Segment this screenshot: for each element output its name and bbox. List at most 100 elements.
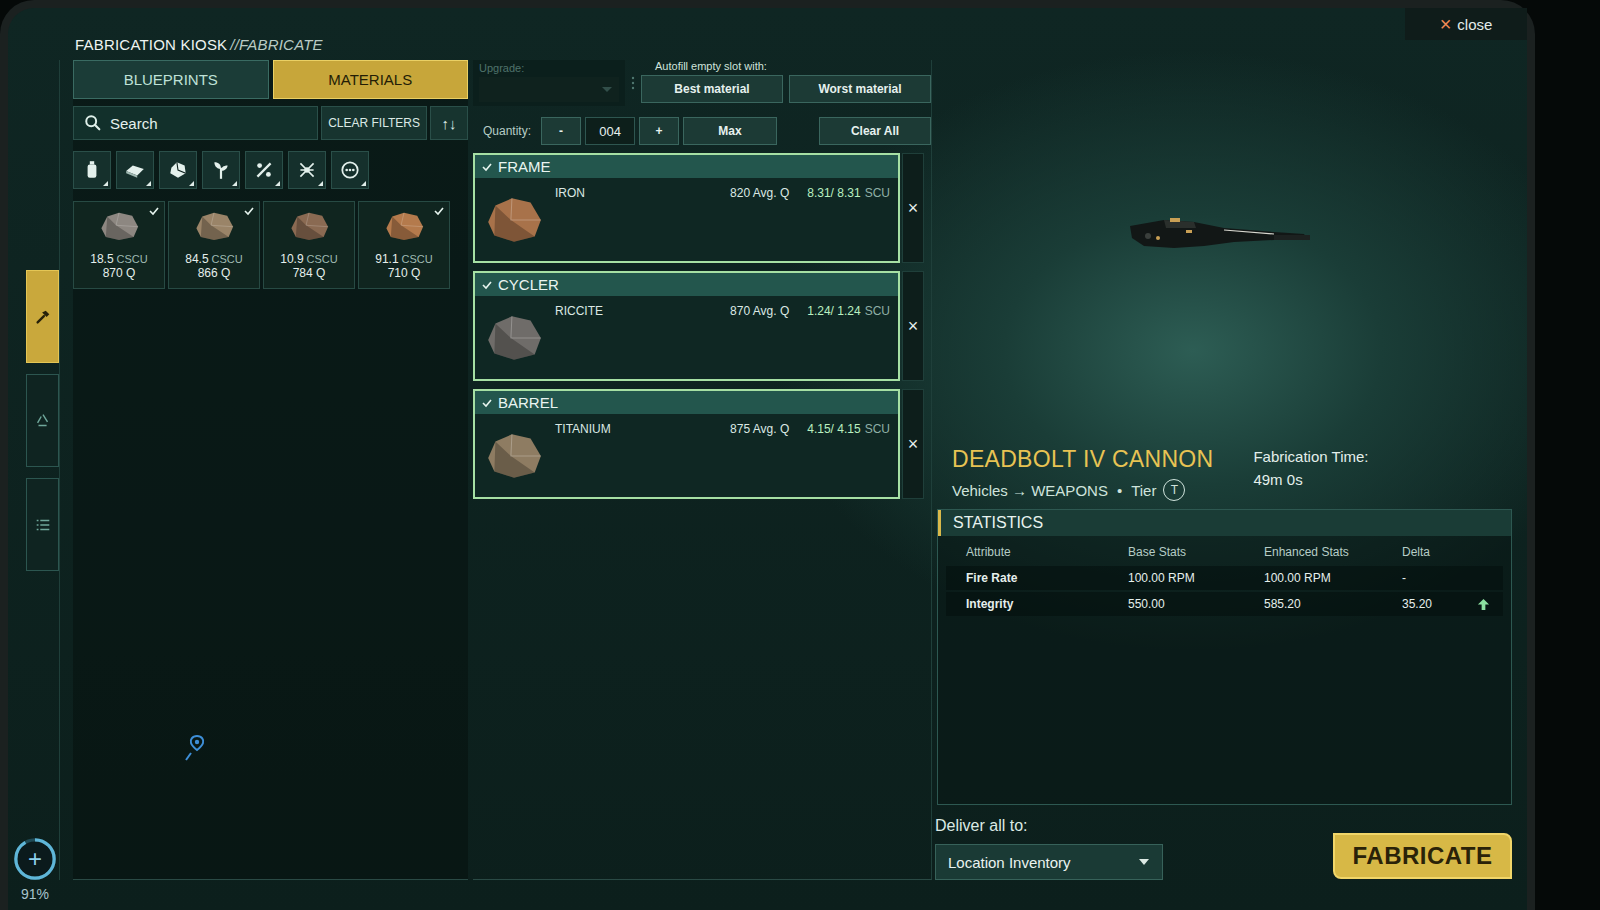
clear-all-button[interactable]: Clear All [819, 117, 931, 145]
remove-slot-button[interactable]: × [902, 389, 924, 499]
item-panel: DEADBOLT IV CANNONVehicles → WEAPONS•Tie… [935, 60, 1512, 880]
upgrade-dropdown [479, 77, 619, 102]
rail-tab[interactable] [26, 270, 59, 363]
slot-card[interactable]: FRAMEIRON820 Avg. Q8.31/ 8.31SCU [473, 153, 900, 263]
amount-value: 84.5 [185, 252, 208, 266]
upgrade-select[interactable]: Upgrade: [473, 60, 625, 106]
material-quality: 870 Q [103, 266, 136, 280]
slot-quality: 820 Avg. Q [730, 186, 789, 200]
status-indicator: +91% [12, 836, 58, 902]
slot-material: IRON [555, 186, 585, 200]
filter-button[interactable] [116, 151, 154, 189]
slot-name: CYCLER [498, 276, 559, 293]
remove-slot-button[interactable]: × [902, 271, 924, 381]
item-name: DEADBOLT IV CANNON [952, 446, 1213, 473]
slot-row: FRAMEIRON820 Avg. Q8.31/ 8.31SCU× [473, 153, 931, 263]
slot-quality: 870 Avg. Q [730, 304, 789, 318]
slot-quality: 875 Avg. Q [730, 422, 789, 436]
kebab-icon [631, 75, 635, 91]
attribute-cell: Fire Rate [966, 571, 1128, 585]
ore-icon [287, 208, 331, 244]
autofill-button[interactable]: Best material [641, 75, 783, 103]
statistics-columns: AttributeBase StatsEnhanced StatsDelta [946, 540, 1503, 564]
filter-button[interactable] [245, 151, 283, 189]
rail-tab[interactable] [26, 478, 59, 571]
tab-bar: BLUEPRINTSMATERIALS [73, 60, 468, 99]
tier-badge: T [1163, 479, 1185, 501]
plant-icon [210, 159, 232, 181]
material-amount: 91.1CSCU [375, 252, 433, 266]
quantity-label: Quantity: [483, 124, 531, 138]
material-card[interactable]: 18.5CSCU870 Q [73, 201, 165, 289]
slot-card[interactable]: CYCLERRICCITE870 Avg. Q1.24/ 1.24SCU [473, 271, 900, 381]
enhanced-cell: 100.00 RPM [1264, 571, 1402, 585]
title-subtitle: //FABRICATE [230, 36, 323, 53]
slot-body: RICCITE870 Avg. Q1.24/ 1.24SCU [475, 296, 898, 372]
slot-card[interactable]: BARREL TITANIUM875 Avg. Q4.15/ 4.15SCU [473, 389, 900, 499]
slot-name: BARREL [498, 394, 558, 411]
dropdown-corner-icon [361, 181, 366, 186]
chevron-down-icon [601, 86, 613, 94]
clear-filters-button[interactable]: CLEAR FILTERS [321, 106, 427, 140]
filter-button[interactable] [73, 151, 111, 189]
sort-button[interactable]: ↑↓ [430, 106, 468, 140]
material-quality: 866 Q [198, 266, 231, 280]
delivery-value: Location Inventory [948, 854, 1071, 871]
filter-button[interactable] [159, 151, 197, 189]
fabricate-button[interactable]: FABRICATE [1333, 833, 1512, 879]
column-header: Delta [1402, 545, 1463, 559]
slot-header: BARREL [475, 391, 898, 414]
tab[interactable]: MATERIALS [273, 60, 469, 99]
trend-cell [1463, 598, 1503, 611]
tab[interactable]: BLUEPRINTS [73, 60, 269, 99]
autofill-button[interactable]: Worst material [789, 75, 931, 103]
dropdown-corner-icon [232, 181, 237, 186]
separator: • [1117, 482, 1122, 499]
material-card[interactable]: 84.5CSCU866 Q [168, 201, 260, 289]
body: +91% BLUEPRINTSMATERIALS Search CLEAR FILTE… [26, 60, 1512, 880]
rail-tab[interactable] [26, 374, 59, 467]
check-icon [481, 279, 493, 291]
decrement-button[interactable]: - [541, 117, 581, 145]
tier-label: Tier [1131, 482, 1156, 499]
filter-button[interactable] [331, 151, 369, 189]
quantity-row: Quantity:-004+Max Clear All [473, 117, 931, 145]
rail-items [26, 270, 59, 571]
remove-slot-button[interactable]: × [902, 153, 924, 263]
ore-icon [483, 192, 545, 246]
material-card[interactable]: 10.9CSCU784 Q [263, 201, 355, 289]
filter-button[interactable] [288, 151, 326, 189]
max-button[interactable]: Max [683, 117, 777, 145]
amount-value: 18.5 [90, 252, 113, 266]
side-rail: +91% [26, 60, 60, 880]
material-card[interactable]: 91.1CSCU710 Q [358, 201, 450, 289]
delta-cell: - [1402, 571, 1463, 585]
autofill-buttons: Best materialWorst material [641, 75, 931, 103]
dropdown-corner-icon [146, 181, 151, 186]
close-button[interactable]: ×close [1405, 8, 1527, 40]
slot-body: IRON820 Avg. Q8.31/ 8.31SCU [475, 178, 898, 254]
quantity-field[interactable]: 004 [585, 117, 635, 145]
recycle-icon [34, 412, 52, 430]
check-icon [148, 205, 160, 217]
delivery-row: Deliver all to:Location InventoryFABRICA… [935, 817, 1512, 880]
slot-body: TITANIUM875 Avg. Q4.15/ 4.15SCU [475, 414, 898, 490]
slot-row: BARREL TITANIUM875 Avg. Q4.15/ 4.15SCU× [473, 389, 931, 499]
item-info: DEADBOLT IV CANNONVehicles → WEAPONS•Tie… [935, 446, 1512, 509]
slot-header: CYCLER [475, 273, 898, 296]
slot-amount: 1.24/ 1.24SCU [807, 304, 890, 318]
statistics-row: Fire Rate100.00 RPM100.00 RPM- [946, 566, 1503, 590]
column-header: Base Stats [1128, 545, 1264, 559]
chevron-down-icon [1138, 858, 1150, 866]
amount-unit: SCU [865, 304, 890, 318]
dropdown-corner-icon [318, 181, 323, 186]
status-reading: 91% [21, 886, 49, 902]
search-field[interactable]: Search [73, 106, 318, 140]
search-placeholder: Search [110, 115, 158, 132]
increment-button[interactable]: + [639, 117, 679, 145]
filter-button[interactable] [202, 151, 240, 189]
delivery-dropdown[interactable]: Location Inventory [935, 844, 1163, 880]
close-label: close [1457, 16, 1492, 33]
status-ring[interactable]: + [12, 836, 58, 882]
dropdown-corner-icon [103, 181, 108, 186]
